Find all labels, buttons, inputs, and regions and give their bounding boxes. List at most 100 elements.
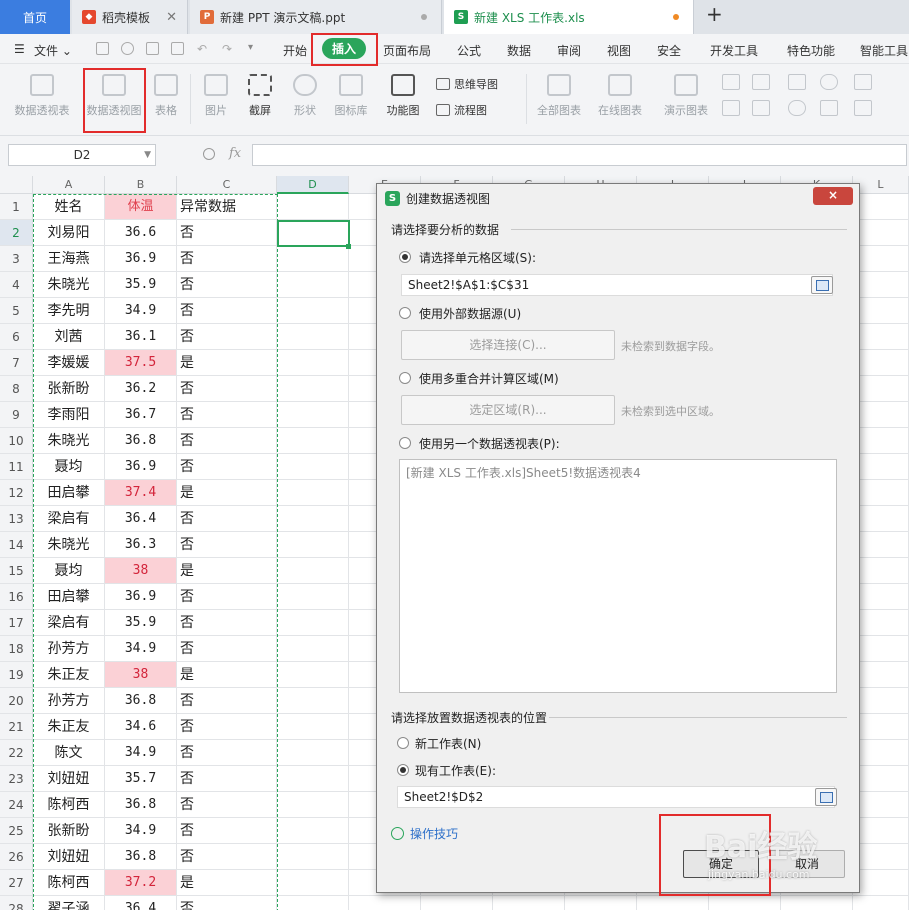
row-header[interactable]: 6	[0, 324, 33, 350]
destination-picker-button[interactable]	[815, 788, 837, 806]
table-cell[interactable]	[853, 766, 909, 792]
row-header[interactable]: 8	[0, 376, 33, 402]
column-header-a[interactable]: A	[33, 176, 105, 194]
row-header[interactable]: 2	[0, 220, 33, 246]
table-cell[interactable]: 否	[177, 896, 277, 910]
table-cell[interactable]	[277, 194, 349, 220]
table-cell[interactable]	[637, 896, 709, 910]
select-all-corner[interactable]	[0, 176, 33, 194]
radio-existing-sheet[interactable]	[397, 764, 409, 776]
row-header[interactable]: 1	[0, 194, 33, 220]
zoom-icon[interactable]	[203, 148, 215, 160]
table-cell[interactable]	[277, 662, 349, 688]
row-header[interactable]: 25	[0, 818, 33, 844]
flowchart-button[interactable]: 流程图	[436, 102, 487, 118]
map-chart-icon[interactable]	[722, 100, 740, 116]
table-cell[interactable]: 否	[177, 818, 277, 844]
table-cell[interactable]	[853, 454, 909, 480]
table-cell[interactable]	[277, 272, 349, 298]
table-cell[interactable]	[493, 896, 565, 910]
choose-connection-button[interactable]: 选择连接(C)...	[401, 330, 615, 360]
table-cell[interactable]: 田启攀	[33, 480, 105, 506]
table-cell[interactable]	[277, 558, 349, 584]
table-cell[interactable]: 朱晓光	[33, 272, 105, 298]
menu-data[interactable]: 数据	[507, 42, 531, 59]
menu-view[interactable]: 视图	[607, 42, 631, 59]
table-cell[interactable]: 孙芳方	[33, 688, 105, 714]
tab-xls[interactable]: S 新建 XLS 工作表.xls	[444, 0, 694, 34]
demo-charts-button[interactable]: 演示图表	[658, 74, 714, 118]
table-cell[interactable]: 梁启有	[33, 506, 105, 532]
table-cell[interactable]	[853, 220, 909, 246]
pivot-chart-button[interactable]: 数据透视图	[83, 74, 145, 118]
table-cell[interactable]: 否	[177, 844, 277, 870]
table-cell[interactable]: 否	[177, 246, 277, 272]
table-cell[interactable]	[853, 272, 909, 298]
hamburger-menu-icon[interactable]: ☰	[14, 42, 25, 56]
radio-new-sheet[interactable]	[397, 737, 409, 749]
table-cell[interactable]	[853, 558, 909, 584]
table-cell[interactable]: 异常数据	[177, 194, 277, 220]
menu-page-layout[interactable]: 页面布局	[383, 42, 431, 59]
table-cell[interactable]	[277, 298, 349, 324]
table-cell[interactable]: 孙芳方	[33, 636, 105, 662]
table-cell[interactable]: 是	[177, 870, 277, 896]
table-cell[interactable]: 李媛媛	[33, 350, 105, 376]
table-cell[interactable]	[853, 246, 909, 272]
row-header[interactable]: 21	[0, 714, 33, 740]
fill-handle[interactable]	[346, 244, 351, 249]
row-header[interactable]: 28	[0, 896, 33, 910]
table-cell[interactable]	[277, 766, 349, 792]
table-cell[interactable]	[853, 792, 909, 818]
table-cell[interactable]	[853, 714, 909, 740]
range-picker-button[interactable]	[811, 276, 833, 294]
function-chart-button[interactable]: 功能图	[378, 74, 428, 118]
table-cell[interactable]: 李雨阳	[33, 402, 105, 428]
table-cell[interactable]: 36.8	[105, 792, 177, 818]
table-cell[interactable]: 否	[177, 766, 277, 792]
table-cell[interactable]	[277, 532, 349, 558]
table-cell[interactable]: 朱晓光	[33, 532, 105, 558]
table-cell[interactable]	[853, 610, 909, 636]
table-cell[interactable]	[277, 246, 349, 272]
table-cell[interactable]	[277, 402, 349, 428]
table-cell[interactable]	[277, 584, 349, 610]
pie-chart-icon[interactable]	[788, 100, 806, 116]
redo-icon[interactable]: ↷	[222, 42, 232, 56]
table-cell[interactable]: 37.2	[105, 870, 177, 896]
table-cell[interactable]	[853, 350, 909, 376]
destination-range-input[interactable]: Sheet2!$D$2	[397, 786, 835, 808]
table-cell[interactable]: 是	[177, 558, 277, 584]
table-cell[interactable]: 刘妞妞	[33, 844, 105, 870]
table-cell[interactable]	[853, 324, 909, 350]
table-cell[interactable]	[853, 532, 909, 558]
table-cell[interactable]	[277, 818, 349, 844]
table-cell[interactable]	[853, 636, 909, 662]
table-cell[interactable]: 34.6	[105, 714, 177, 740]
tab-ppt[interactable]: P 新建 PPT 演示文稿.ppt	[190, 0, 442, 34]
bar-chart-icon[interactable]	[722, 74, 740, 90]
table-cell[interactable]: 田启攀	[33, 584, 105, 610]
table-cell[interactable]: 36.9	[105, 584, 177, 610]
quick-access-dropdown-icon[interactable]: ▾	[248, 42, 253, 53]
radar-chart-icon[interactable]	[820, 74, 838, 90]
table-cell[interactable]	[277, 610, 349, 636]
table-cell[interactable]	[277, 480, 349, 506]
table-cell[interactable]: 否	[177, 298, 277, 324]
table-cell[interactable]: 否	[177, 714, 277, 740]
tips-link[interactable]: 操作技巧	[391, 825, 458, 842]
table-cell[interactable]: 朱正友	[33, 662, 105, 688]
table-cell[interactable]: 34.9	[105, 740, 177, 766]
icon-library-button[interactable]: 图标库	[330, 74, 372, 118]
table-cell[interactable]: 36.9	[105, 454, 177, 480]
table-cell[interactable]: 36.8	[105, 428, 177, 454]
row-header[interactable]: 10	[0, 428, 33, 454]
table-cell[interactable]	[853, 480, 909, 506]
cancel-button[interactable]: 取消	[769, 850, 845, 878]
dialog-title-bar[interactable]: S 创建数据透视图 ×	[377, 184, 859, 212]
menu-start[interactable]: 开始	[283, 42, 307, 59]
radio-consolidate[interactable]	[399, 372, 411, 384]
radio-other-pivot[interactable]	[399, 437, 411, 449]
table-cell[interactable]: 否	[177, 376, 277, 402]
row-header[interactable]: 16	[0, 584, 33, 610]
